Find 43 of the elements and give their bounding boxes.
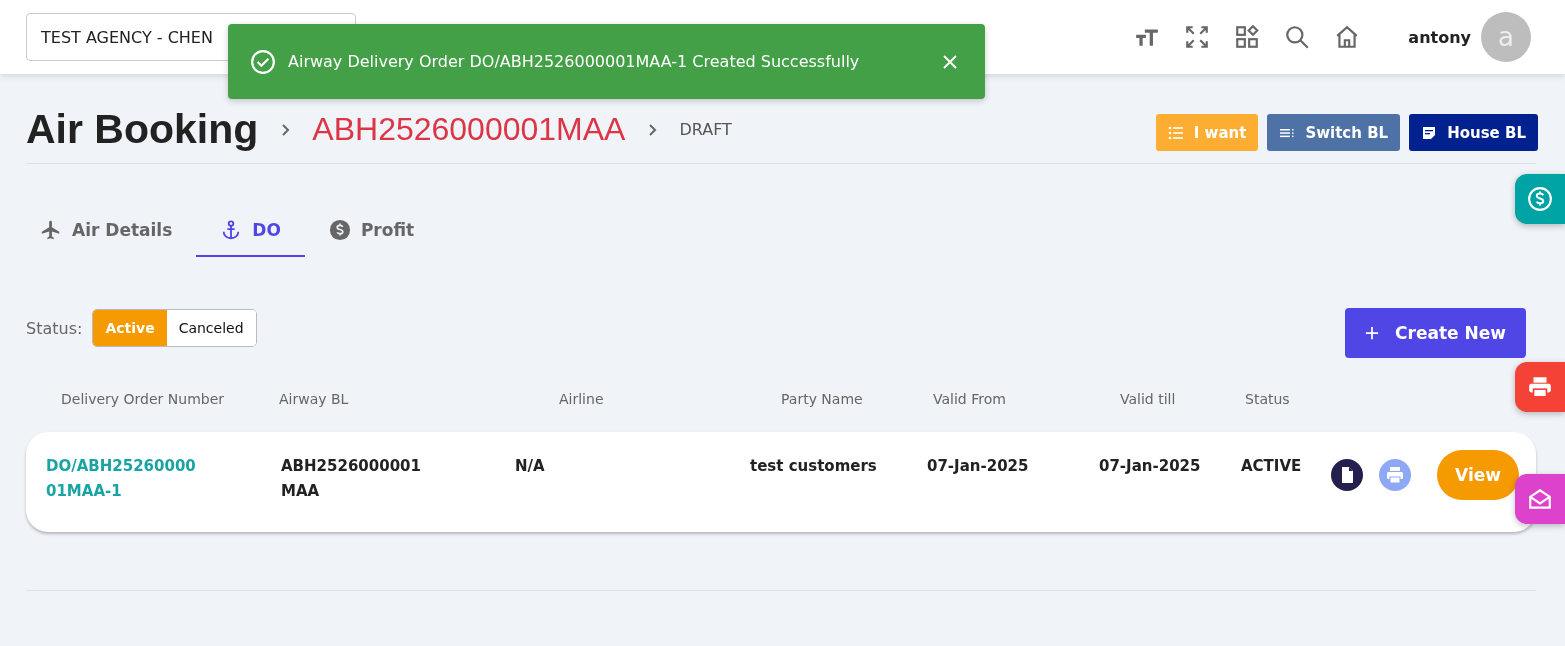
column-header: Valid From — [933, 391, 1007, 407]
column-header: Airline — [559, 391, 605, 407]
table-cell-text: ACTIVE — [1241, 456, 1303, 477]
status-label: Status: — [26, 318, 83, 338]
tab[interactable]: Profit — [314, 207, 429, 257]
booking-number[interactable]: ABH2526000001MAA — [312, 111, 626, 148]
chevron-icon — [280, 121, 291, 138]
table-cell-text: ABH2526000001 MAA — [281, 456, 422, 502]
document-icon[interactable] — [1331, 459, 1363, 491]
plus-icon — [1365, 326, 1380, 340]
table-cell-text: 07-Jan-2025 — [1099, 456, 1202, 477]
print-side-button[interactable] — [1515, 362, 1565, 412]
chevron-icon — [647, 121, 658, 138]
apps-icon[interactable] — [1234, 24, 1261, 50]
tab[interactable]: DO — [196, 207, 305, 257]
column-header: Party Name — [781, 391, 864, 407]
tab[interactable]: Air Details — [26, 207, 187, 257]
user-name[interactable]: antony — [1408, 27, 1471, 47]
search-icon[interactable] — [1284, 24, 1311, 50]
envelope-icon — [1527, 486, 1553, 512]
do-number-link[interactable]: DO/ABH25260000 01MAA-1 — [46, 454, 281, 504]
column-header: Valid till — [1120, 391, 1177, 407]
plane-icon — [40, 219, 62, 241]
page-title: Air Booking — [26, 106, 259, 153]
column-header: Airway BL — [279, 391, 350, 407]
dollar-coin-icon — [328, 219, 351, 241]
column-header: Delivery Order Number — [61, 391, 226, 407]
switch-button[interactable]: Switch BL — [1267, 114, 1401, 151]
mail-side-button[interactable] — [1515, 474, 1565, 524]
dollar-circle-icon — [1527, 186, 1553, 212]
booking-state: DRAFT — [679, 120, 732, 139]
list-icon — [1167, 124, 1184, 141]
table-cell-text: test customers — [750, 456, 878, 477]
create-new-button[interactable]: Create New — [1345, 308, 1526, 358]
close-icon[interactable] — [941, 52, 959, 71]
column-header: Status — [1245, 391, 1291, 407]
table-cell-text: N/A — [515, 456, 546, 477]
dollar-side-button[interactable] — [1515, 174, 1565, 224]
note-icon — [1421, 124, 1438, 141]
house-button[interactable]: House BL — [1409, 114, 1538, 151]
check-circle-icon — [250, 48, 276, 75]
fullscreen-icon[interactable] — [1184, 24, 1211, 50]
table-cell-text: 07-Jan-2025 — [927, 456, 1030, 477]
